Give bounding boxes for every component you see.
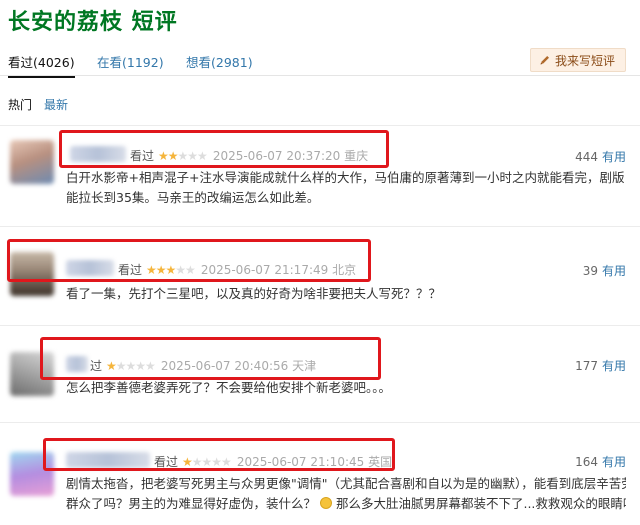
divider [0, 325, 640, 326]
comment-text-part: 群众了吗？男主的为难显得好虚伪，装什么？ [66, 496, 317, 511]
comment-text: 剧情太拖沓，把老婆写死男主与众男更像"调情"（尤其配合喜剧和自以为是的幽默），能… [66, 474, 626, 514]
comment-text: 怎么把李善德老婆弄死了？不会要给他安排个新老婆吧。。。 [66, 380, 392, 395]
tab-wishlist[interactable]: 想看(2981) [186, 52, 253, 71]
vote-count: 444 有用 [575, 148, 626, 165]
vote-number: 164 [575, 455, 598, 469]
highlight-box [40, 337, 381, 380]
highlight-box [59, 130, 389, 168]
vote-count: 177 有用 [575, 357, 626, 374]
vote-number: 39 [582, 264, 598, 278]
divider [0, 125, 640, 126]
divider [0, 422, 640, 423]
useful-button[interactable]: 有用 [602, 455, 626, 469]
comment-text-part: 那么多大肚油腻男屏幕都装不下了...救救观众的眼睛吧 [335, 496, 626, 511]
page-title: 长安的荔枝 短评 [8, 10, 178, 35]
vote-number: 177 [575, 359, 598, 373]
sort-latest[interactable]: 最新 [44, 96, 68, 113]
sort-hot[interactable]: 热门 [8, 96, 32, 113]
vote-count: 164 有用 [575, 453, 626, 470]
vote-count: 39 有用 [583, 262, 626, 279]
tab-watching[interactable]: 在看(1192) [97, 52, 164, 71]
comment-text: 看了一集，先打个三星吧，以及真的好奇为啥非要把夫人写死？？？ [66, 286, 442, 301]
useful-button[interactable]: 有用 [602, 359, 626, 373]
write-review-label: 我来写短评 [554, 53, 615, 68]
highlight-box [7, 239, 371, 282]
divider [0, 226, 640, 227]
comment-text-line: 剧情太拖沓，把老婆写死男主与众男更像"调情"（尤其配合喜剧和自以为是的幽默），能… [66, 476, 626, 491]
grin-emoji-icon [320, 497, 332, 509]
comment-text: 白开水影帝+相声混子+注水导演能成就什么样的大作，马伯庸的原著薄到一小时之内就能… [66, 170, 625, 205]
comment-text-line: 群众了吗？男主的为难显得好虚伪，装什么？ 那么多大肚油腻男屏幕都装不下了...救… [66, 494, 626, 514]
tab-watched[interactable]: 看过(4026) [8, 52, 75, 78]
useful-button[interactable]: 有用 [602, 150, 626, 164]
highlight-box [43, 438, 395, 471]
vote-number: 444 [575, 150, 598, 164]
avatar[interactable] [10, 140, 54, 184]
useful-button[interactable]: 有用 [602, 264, 626, 278]
pencil-icon [540, 56, 549, 65]
write-review-button[interactable]: 我来写短评 [529, 48, 626, 72]
